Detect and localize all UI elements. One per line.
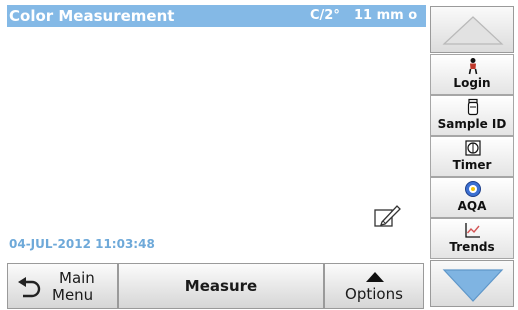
login-button[interactable]: Login bbox=[430, 54, 514, 95]
scroll-down-button[interactable] bbox=[430, 260, 514, 307]
sample-id-label: Sample ID bbox=[437, 117, 507, 131]
aqa-icon bbox=[464, 180, 482, 198]
main-menu-button[interactable]: Main Menu bbox=[7, 263, 118, 309]
login-label: Login bbox=[453, 76, 491, 90]
back-arrow-icon bbox=[16, 276, 42, 298]
page-title: Color Measurement bbox=[9, 7, 175, 25]
timer-label: Timer bbox=[452, 158, 492, 172]
scroll-up-button[interactable] bbox=[430, 6, 514, 53]
sample-id-button[interactable]: Sample ID bbox=[430, 95, 514, 136]
cell-size-indicator: 11 mm o bbox=[354, 8, 418, 23]
title-bar: Color Measurement C/2° 11 mm o bbox=[7, 5, 426, 27]
observer-indicator: C/2° bbox=[310, 8, 340, 23]
arrow-down-icon bbox=[442, 269, 504, 302]
measurement-area: 04-JUL-2012 11:03:48 bbox=[7, 27, 426, 257]
screen: Color Measurement C/2° 11 mm o 04-JUL-20… bbox=[0, 0, 518, 310]
timer-icon bbox=[464, 139, 482, 157]
arrow-up-icon bbox=[442, 16, 504, 45]
note-edit-icon[interactable] bbox=[373, 203, 403, 229]
main-menu-label-line2: Menu bbox=[52, 286, 94, 304]
timer-button[interactable]: Timer bbox=[430, 136, 514, 177]
sample-bottle-icon bbox=[464, 98, 482, 116]
aqa-button[interactable]: AQA bbox=[430, 177, 514, 218]
trends-label: Trends bbox=[449, 240, 495, 254]
measure-label: Measure bbox=[184, 277, 258, 295]
options-button[interactable]: Options bbox=[324, 263, 424, 309]
date-time: 04-JUL-2012 11:03:48 bbox=[9, 237, 155, 251]
side-menu: Login Sample ID Timer AQA Trends bbox=[426, 3, 518, 310]
measure-button[interactable]: Measure bbox=[118, 263, 324, 309]
person-icon bbox=[464, 57, 482, 75]
trends-button[interactable]: Trends bbox=[430, 218, 514, 259]
main-menu-label-line1: Main bbox=[59, 269, 95, 287]
aqa-label: AQA bbox=[457, 199, 487, 213]
options-label: Options bbox=[345, 285, 403, 303]
trends-chart-icon bbox=[464, 221, 482, 239]
